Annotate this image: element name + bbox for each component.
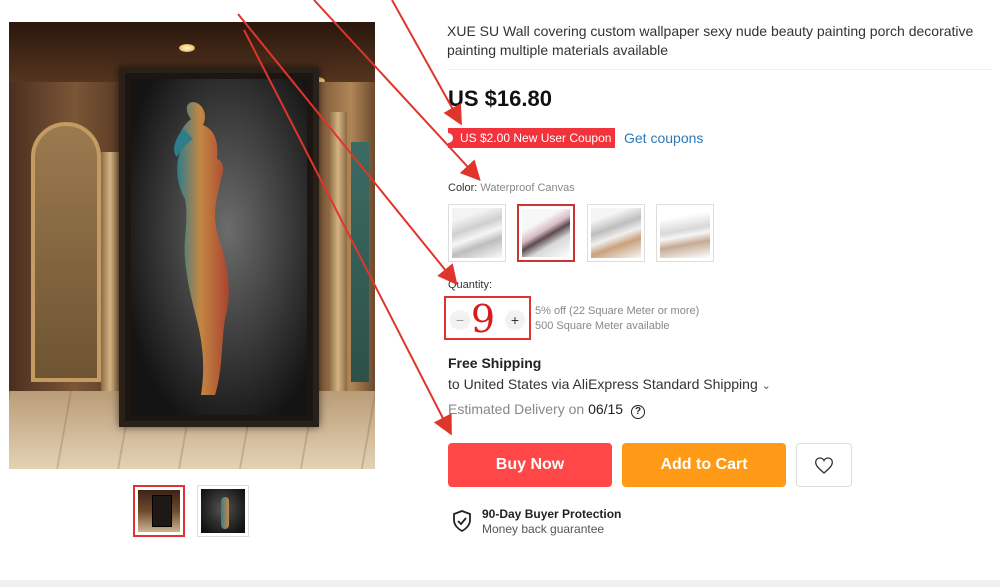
color-label: Color: Waterproof Canvas <box>448 182 575 194</box>
painting-frame <box>119 67 319 427</box>
quantity-available-note: 500 Square Meter available <box>535 320 670 332</box>
swatch-image <box>660 208 710 258</box>
estimated-delivery: Estimated Delivery on 06/15 ? <box>448 401 645 419</box>
buyer-protection-subtitle: Money back guarantee <box>482 522 605 536</box>
arch <box>31 122 101 382</box>
color-label-text: Color: <box>448 182 478 194</box>
quantity-discount-note: 5% off (22 Square Meter or more) <box>535 305 700 317</box>
bottom-strip <box>0 580 1000 587</box>
question-circle-icon[interactable]: ? <box>631 405 645 419</box>
coupon-badge[interactable]: US $2.00 New User Coupon <box>448 128 616 148</box>
delivery-date: 06/15 <box>588 401 624 417</box>
quantity-stepper: − 9 + <box>444 296 531 340</box>
color-swatch-4[interactable] <box>656 204 714 262</box>
add-to-cart-button[interactable]: Add to Cart <box>622 443 786 487</box>
ceiling-lamp <box>179 44 195 52</box>
get-coupons-link[interactable]: Get coupons <box>624 130 703 146</box>
main-product-image[interactable] <box>9 22 375 469</box>
teal-panel <box>351 142 369 382</box>
column <box>329 112 347 412</box>
swatch-image <box>522 209 570 257</box>
heart-icon <box>814 457 834 474</box>
quantity-increase-button[interactable]: + <box>505 310 525 330</box>
shipping-method-text: to United States via AliExpress Standard… <box>448 376 758 392</box>
swatch-image <box>452 208 502 258</box>
chevron-down-icon: ⌄ <box>761 380 771 392</box>
figure-silhouette <box>174 102 229 395</box>
color-swatch-1[interactable] <box>448 204 506 262</box>
product-price: US $16.80 <box>448 86 552 111</box>
buy-now-button[interactable]: Buy Now <box>448 443 612 487</box>
swatch-image <box>591 208 641 258</box>
painting <box>131 79 307 415</box>
delivery-prefix: Estimated Delivery on <box>448 401 585 417</box>
shield-check-icon <box>453 510 471 532</box>
thumbnail-image <box>138 490 180 532</box>
color-selected-value: Waterproof Canvas <box>480 182 575 194</box>
quantity-label: Quantity: <box>448 279 493 291</box>
quantity-decrease-button[interactable]: − <box>450 310 470 330</box>
quantity-value[interactable]: 9 <box>468 299 498 339</box>
thumbnail-room-view[interactable] <box>133 485 185 537</box>
wishlist-button[interactable] <box>796 443 852 487</box>
shipping-method-selector[interactable]: to United States via AliExpress Standard… <box>448 376 771 392</box>
shipping-title: Free Shipping <box>448 355 542 371</box>
color-swatch-3[interactable] <box>587 204 645 262</box>
color-swatch-2[interactable] <box>517 204 575 262</box>
product-title: XUE SU Wall covering custom wallpaper se… <box>447 23 974 58</box>
thumbnail-image <box>201 489 245 533</box>
buyer-protection-title: 90-Day Buyer Protection <box>482 507 622 521</box>
column <box>101 152 119 412</box>
divider <box>447 69 992 70</box>
thumbnail-close-up[interactable] <box>197 485 249 537</box>
